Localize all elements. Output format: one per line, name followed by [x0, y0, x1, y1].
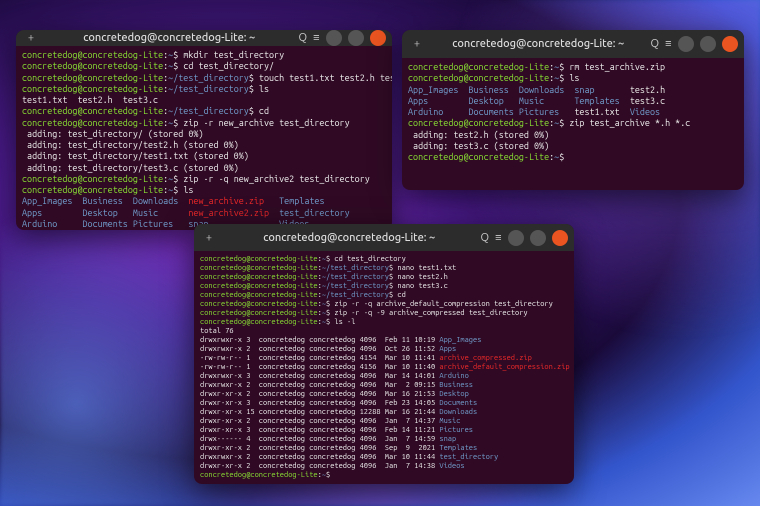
cmd: mkdir test_directory: [183, 50, 284, 60]
search-icon[interactable]: Q: [481, 232, 490, 244]
terminal-window-3[interactable]: + concretedog@concretedog-Lite: ~ Q ≡ co…: [194, 224, 574, 484]
window-title: concretedog@concretedog-Lite: ~: [40, 32, 299, 44]
close-button[interactable]: [370, 30, 386, 46]
terminal-body[interactable]: concretedog@concretedog-Lite:~$ mkdir te…: [16, 46, 392, 230]
window-title: concretedog@concretedog-Lite: ~: [218, 232, 481, 244]
titlebar[interactable]: + concretedog@concretedog-Lite: ~ Q ≡: [402, 30, 744, 58]
close-button[interactable]: [552, 230, 568, 246]
terminal-window-2[interactable]: + concretedog@concretedog-Lite: ~ Q ≡ co…: [402, 30, 744, 190]
maximize-button[interactable]: [348, 30, 364, 46]
window-title: concretedog@concretedog-Lite: ~: [426, 38, 651, 50]
menu-icon[interactable]: ≡: [313, 32, 320, 44]
minimize-button[interactable]: [326, 30, 342, 46]
ls-output: drwxrwxr-x 3 concretedog concretedog 409…: [200, 336, 568, 471]
terminal-body[interactable]: concretedog@concretedog-Lite:~$ cd test_…: [194, 251, 574, 484]
minimize-button[interactable]: [678, 36, 694, 52]
prompt-user: concretedog@concretedog-Lite: [22, 50, 163, 60]
new-tab-button[interactable]: +: [408, 38, 426, 50]
menu-icon[interactable]: ≡: [495, 232, 502, 244]
minimize-button[interactable]: [508, 230, 524, 246]
maximize-button[interactable]: [700, 36, 716, 52]
search-icon[interactable]: Q: [651, 38, 660, 50]
search-icon[interactable]: Q: [299, 32, 308, 44]
close-button[interactable]: [722, 36, 738, 52]
prompt-path: ~: [168, 50, 173, 60]
terminal-window-1[interactable]: + concretedog@concretedog-Lite: ~ Q ≡ co…: [16, 30, 392, 230]
new-tab-button[interactable]: +: [22, 32, 40, 44]
menu-icon[interactable]: ≡: [665, 38, 672, 50]
maximize-button[interactable]: [530, 230, 546, 246]
titlebar[interactable]: + concretedog@concretedog-Lite: ~ Q ≡: [16, 30, 392, 46]
terminal-body[interactable]: concretedog@concretedog-Lite:~$ rm test_…: [402, 58, 744, 167]
titlebar[interactable]: + concretedog@concretedog-Lite: ~ Q ≡: [194, 224, 574, 251]
output: test1.txt test2.h test3.c: [22, 95, 158, 105]
new-tab-button[interactable]: +: [200, 232, 218, 244]
